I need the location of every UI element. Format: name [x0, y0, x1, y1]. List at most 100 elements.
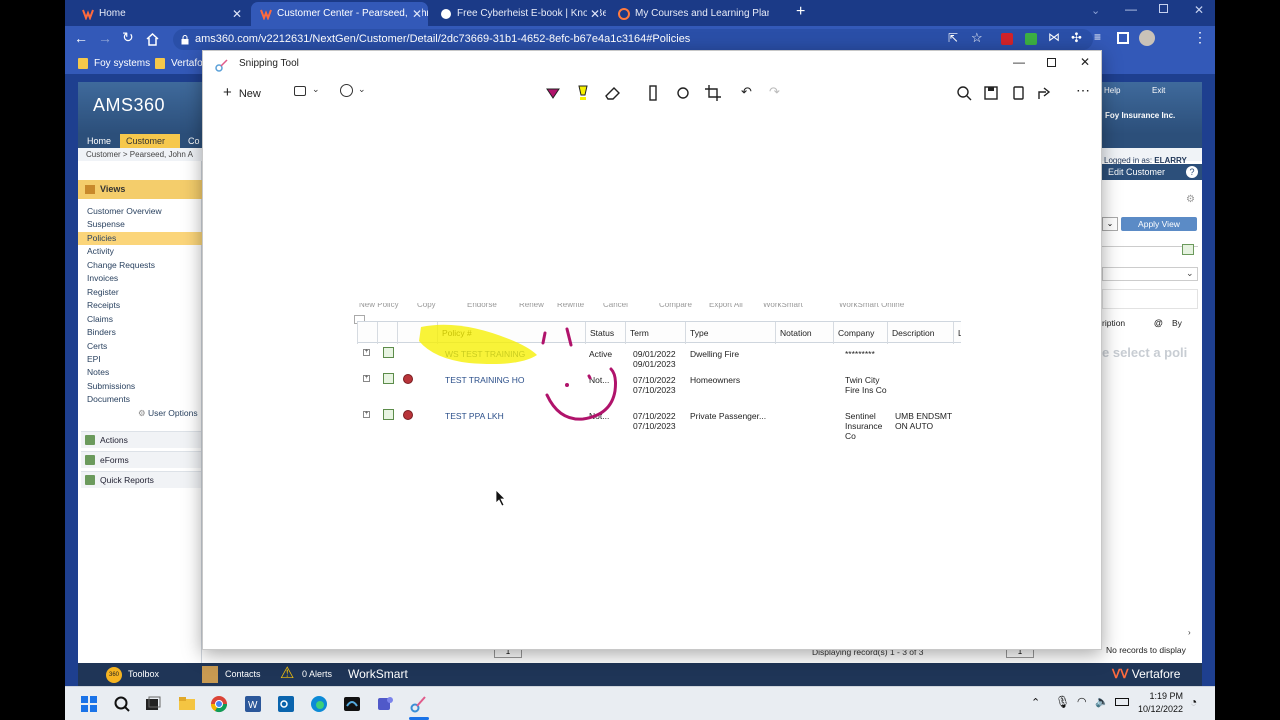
redo-icon[interactable]: ↷: [769, 84, 780, 100]
battery-icon[interactable]: [1115, 698, 1129, 706]
ballpoint-pen-icon[interactable]: [543, 83, 563, 103]
chrome-icon[interactable]: [209, 694, 229, 714]
tab-knowbe4[interactable]: Free Cyberheist E-book | KnowBe ✕: [431, 2, 606, 26]
eraser-icon[interactable]: [603, 83, 623, 103]
search-box[interactable]: [1102, 289, 1198, 309]
outlook-icon[interactable]: [276, 694, 296, 714]
view-link-customer-overview[interactable]: Customer Overview: [78, 205, 202, 218]
acrobat-extension-icon[interactable]: [1001, 33, 1013, 45]
view-link-claims[interactable]: Claims: [78, 313, 202, 326]
delay-timer-icon[interactable]: [340, 84, 353, 97]
close-tab-icon[interactable]: ✕: [408, 2, 422, 26]
word-icon[interactable]: W: [243, 694, 263, 714]
help-icon[interactable]: ?: [1186, 166, 1198, 178]
alerts-button[interactable]: ⚠ 0 Alerts: [280, 663, 332, 686]
chevron-up-icon[interactable]: ⌃: [1031, 696, 1040, 709]
zoom-icon[interactable]: [954, 83, 974, 103]
snipping-tool-taskbar-icon[interactable]: [409, 694, 429, 714]
chevron-down-icon[interactable]: ⌄: [1186, 268, 1194, 279]
tab-customer-center[interactable]: Customer Center - Pearseed, John ✕: [251, 2, 428, 26]
maximize-window-icon[interactable]: [1159, 4, 1168, 13]
undo-icon[interactable]: ↶: [741, 84, 752, 100]
snip-close-icon[interactable]: ✕: [1080, 55, 1090, 69]
view-link-policies[interactable]: Policies: [78, 231, 202, 245]
close-window-icon[interactable]: ✕: [1194, 3, 1204, 17]
search-icon[interactable]: [112, 694, 132, 714]
view-link-binders[interactable]: Binders: [78, 326, 202, 339]
eforms-panel[interactable]: eForms: [81, 451, 201, 468]
file-explorer-icon[interactable]: [177, 694, 197, 714]
home-icon[interactable]: [146, 33, 159, 46]
view-link-documents[interactable]: Documents: [78, 393, 202, 406]
microphone-icon[interactable]: 🎙: [1055, 695, 1070, 709]
notifications-icon[interactable]: ◔: [1190, 695, 1197, 709]
close-tab-icon[interactable]: ✕: [232, 2, 242, 26]
view-dropdown-arrow-icon[interactable]: ⌄: [1102, 217, 1118, 231]
quick-reports-panel[interactable]: Quick Reports: [81, 471, 201, 488]
view-link-activity[interactable]: Activity: [78, 245, 202, 258]
view-link-suspense[interactable]: Suspense: [78, 218, 202, 231]
wifi-icon[interactable]: ◠: [1077, 695, 1087, 708]
tab-courses[interactable]: My Courses and Learning Plans: [609, 2, 769, 26]
view-link-invoices[interactable]: Invoices: [78, 272, 202, 285]
scroll-right-icon[interactable]: ›: [1188, 628, 1191, 637]
chevron-down-icon[interactable]: ⌄: [358, 84, 366, 95]
add-note-icon[interactable]: [1182, 244, 1194, 255]
copy-icon[interactable]: [1008, 83, 1028, 103]
toolbox-button[interactable]: 360 Toolbox: [106, 663, 159, 686]
media-app-icon[interactable]: [342, 694, 362, 714]
touch-writing-icon[interactable]: [673, 83, 693, 103]
view-link-receipts[interactable]: Receipts: [78, 299, 202, 312]
edge-icon[interactable]: [309, 694, 329, 714]
snip-maximize-icon[interactable]: [1047, 58, 1056, 67]
chevron-down-icon[interactable]: ⌄: [312, 84, 320, 95]
share-icon[interactable]: [1035, 83, 1055, 103]
tab-home[interactable]: Home ✕: [73, 2, 248, 26]
worksmart-button[interactable]: WorkSmart: [348, 663, 408, 686]
nav-home[interactable]: Home: [81, 134, 117, 148]
new-tab-button[interactable]: +: [796, 3, 805, 21]
snip-minimize-icon[interactable]: —: [1013, 55, 1025, 69]
actions-panel[interactable]: Actions: [81, 431, 201, 448]
filter-select[interactable]: [1102, 267, 1198, 281]
extension-icon[interactable]: [1025, 33, 1037, 45]
share-icon[interactable]: ⇱: [948, 31, 958, 45]
settings-gear-icon[interactable]: ⚙: [1186, 194, 1195, 205]
profile-avatar[interactable]: [1139, 30, 1155, 46]
system-clock[interactable]: 1:19 PM 10/12/2022: [1138, 690, 1183, 716]
browser-menu-icon[interactable]: ⋮: [1193, 29, 1207, 46]
ruler-icon[interactable]: [643, 83, 663, 103]
forward-icon[interactable]: →: [98, 30, 112, 46]
more-options-icon[interactable]: ⋯: [1076, 82, 1090, 99]
side-panel-icon[interactable]: [1117, 32, 1129, 44]
view-link-epi[interactable]: EPI: [78, 353, 202, 366]
volume-icon[interactable]: 🔈: [1095, 695, 1109, 708]
bookmark-foy-systems[interactable]: Foy systems: [78, 57, 150, 70]
reload-icon[interactable]: ↻: [122, 29, 134, 46]
user-options-link[interactable]: ⚙ User Options: [138, 408, 198, 419]
view-link-register[interactable]: Register: [78, 286, 202, 299]
contacts-button[interactable]: Contacts: [202, 663, 261, 686]
back-icon[interactable]: ←: [74, 30, 88, 46]
extensions-puzzle-icon[interactable]: ✣: [1071, 30, 1082, 46]
reading-list-icon[interactable]: ≡: [1094, 30, 1101, 44]
crop-icon[interactable]: [703, 83, 723, 103]
view-link-submissions[interactable]: Submissions: [78, 380, 202, 393]
bookmark-star-icon[interactable]: ☆: [971, 30, 983, 46]
close-tab-icon[interactable]: ✕: [586, 2, 600, 26]
nav-customer[interactable]: Customer: [120, 134, 180, 148]
snip-mode-icon[interactable]: [294, 86, 306, 96]
task-view-icon[interactable]: [143, 694, 163, 714]
view-link-notes[interactable]: Notes: [78, 366, 202, 379]
mixed-content-icon[interactable]: ⋈: [1048, 30, 1060, 44]
save-icon[interactable]: [981, 83, 1001, 103]
view-link-certs[interactable]: Certs: [78, 340, 202, 353]
teams-icon[interactable]: [375, 694, 395, 714]
view-link-change-requests[interactable]: Change Requests: [78, 259, 202, 272]
new-snip-button[interactable]: + New: [223, 83, 261, 104]
minimize-window-icon[interactable]: —: [1125, 2, 1137, 16]
apply-view-button[interactable]: Apply View: [1121, 217, 1197, 231]
edit-customer-button[interactable]: Edit Customer ?: [1102, 164, 1202, 180]
windows-start-icon[interactable]: [79, 694, 99, 714]
highlighter-icon[interactable]: [573, 83, 593, 103]
